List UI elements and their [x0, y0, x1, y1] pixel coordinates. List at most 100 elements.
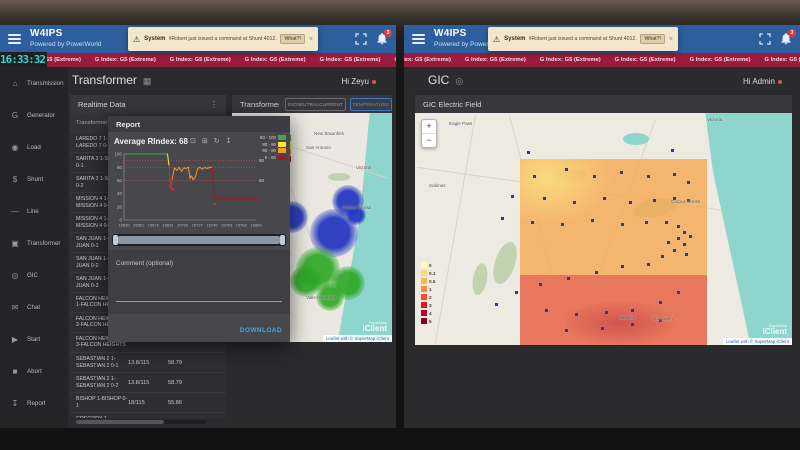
substation-dot: [593, 175, 596, 178]
svg-text:15651: 15651: [133, 223, 145, 228]
ticker-item: G Index: G5 (Extreme): [764, 57, 800, 63]
table-row[interactable]: GREGORY 1-GREGORY 0-1115/23056.89: [70, 413, 226, 418]
online-status-dot: [778, 80, 782, 84]
temperature-toggle[interactable]: TEMPERATURE: [350, 98, 392, 111]
table-row[interactable]: SEBASTIAN 2 1-SEBASTIAN 2 0-213.8/11558.…: [70, 373, 226, 393]
crop-icon[interactable]: ⊡: [190, 137, 196, 145]
sidebar-item-start[interactable]: ▶Start: [0, 323, 68, 355]
zoom-out-button[interactable]: −: [422, 134, 436, 147]
substation-dot: [621, 223, 624, 226]
table-row[interactable]: BISHOP 1-BISHOP 0-118/11555.86: [70, 393, 226, 413]
comment-input[interactable]: Comment (optional): [116, 260, 173, 267]
substation-dot: [539, 283, 542, 286]
sidebar-item-gic[interactable]: ◎GIC: [0, 259, 68, 291]
sidebar-item-chat[interactable]: ✉Chat: [0, 291, 68, 323]
city-label: Eagle Pass: [449, 121, 472, 126]
report-toolbar: ⊡ ⊞ ↻ ↧: [190, 137, 232, 145]
efield-legend-entry: 2: [421, 293, 435, 301]
substation-dot: [677, 291, 680, 294]
substation-dot: [620, 171, 623, 174]
fullscreen-icon[interactable]: [759, 33, 771, 45]
transformer-icon: ▣: [10, 239, 20, 248]
city-label: Corpus Christi: [671, 199, 700, 204]
sidebar-item-generator[interactable]: GGenerator: [0, 99, 68, 131]
slider-handle-right[interactable]: [280, 235, 285, 245]
sidebar-item-report[interactable]: ↧Report: [0, 387, 68, 419]
svg-text:15727: 15727: [192, 223, 204, 228]
svg-text:20: 20: [117, 204, 123, 209]
more-options-icon[interactable]: ⋮: [210, 100, 218, 109]
dialog-titlebar: Report: [108, 116, 290, 132]
map-zoom-control: + −: [421, 119, 437, 148]
toast-action-button[interactable]: What?!: [280, 34, 304, 44]
download-button[interactable]: DOWNLOAD: [240, 327, 282, 334]
menu-icon[interactable]: [8, 34, 21, 44]
cell-transformer-name: SEBASTIAN 2 1-SEBASTIAN 2 0-2: [70, 376, 128, 389]
cell-voltage: 13.8/115: [128, 380, 168, 386]
zoom-in-button[interactable]: +: [422, 120, 436, 134]
svg-text:15630: 15630: [118, 223, 130, 228]
sidebar-item-shunt[interactable]: $Shunt: [0, 163, 68, 195]
refresh-icon[interactable]: ↻: [214, 137, 220, 145]
menu-icon[interactable]: [412, 34, 425, 44]
city-label: Corpus Christi: [342, 205, 371, 210]
efield-legend-label: 4: [429, 311, 432, 316]
toast-close-icon[interactable]: ×: [309, 36, 313, 43]
substation-dot: [671, 149, 674, 152]
warning-icon: ⚠: [493, 35, 500, 44]
cell-transformer-name: BISHOP 1-BISHOP 0-1: [70, 396, 128, 409]
download-icon[interactable]: ↧: [226, 137, 232, 145]
svg-text:60: 60: [259, 178, 265, 183]
generator-icon: G: [10, 111, 20, 120]
sidebar-item-line[interactable]: —Line: [0, 195, 68, 227]
slider-handle-left[interactable]: [113, 235, 118, 245]
substation-dot: [647, 175, 650, 178]
ticker-item: G Index: G5 (Extreme): [690, 57, 751, 63]
toast-close-icon[interactable]: ×: [669, 36, 673, 43]
substation-dot: [533, 175, 536, 178]
ticker-item: G Index: G5 (Extreme): [245, 57, 306, 63]
toast-action-button[interactable]: What?!: [640, 34, 664, 44]
table-row[interactable]: SEBASTIAN 2 1-SEBASTIAN 2 0-113.8/11558.…: [70, 353, 226, 373]
sidebar-item-load[interactable]: ◉Load: [0, 131, 68, 163]
bay-water: [623, 133, 649, 145]
snapshot-icon[interactable]: ⊞: [202, 137, 208, 145]
horizontal-scrollbar[interactable]: [76, 420, 206, 424]
home-icon: ⌂: [10, 79, 20, 88]
cell-value: 55.86: [168, 400, 202, 406]
sidebar-item-abort[interactable]: ■Abort: [0, 355, 68, 387]
sidebar-item-transmission[interactable]: ⌂Transmission: [0, 67, 68, 99]
gic-neutral-current-toggle[interactable]: GICNEUTRALCURRENT: [285, 98, 346, 111]
svg-text:15672: 15672: [148, 223, 160, 228]
gic-electric-field-map[interactable]: + − 00.10.512345 SuperMap iClient Leafle…: [415, 113, 792, 345]
sidebar-item-label: Transformer: [27, 240, 60, 247]
legend-swatch: [278, 135, 286, 140]
fullscreen-icon[interactable]: [355, 33, 367, 45]
cell-voltage: 18/115: [128, 400, 168, 406]
svg-text:60: 60: [117, 178, 123, 183]
legend-swatch: [278, 142, 286, 147]
toast-source: System: [504, 36, 525, 42]
map-attribution[interactable]: Leaflet with © SuperMap iClient: [723, 338, 792, 345]
substation-dot: [595, 271, 598, 274]
efield-legend-label: 1: [429, 287, 432, 292]
substation-dot: [653, 199, 656, 202]
sidebar-item-label: GIC: [27, 272, 38, 279]
substation-dot: [677, 225, 680, 228]
efield-legend-swatch: [421, 262, 427, 268]
efield-legend: 00.10.512345: [421, 261, 435, 325]
map-attribution[interactable]: Leaflet with © SuperMap iClient: [323, 335, 392, 342]
page-title: Transformer▦: [72, 73, 151, 87]
legend-entry: 90 - 100: [260, 135, 286, 140]
substation-dot: [511, 195, 514, 198]
ticker-item: G Index: G5 (Extreme): [404, 57, 451, 63]
svg-text:15691: 15691: [162, 223, 174, 228]
road-line: [435, 115, 476, 344]
time-range-slider[interactable]: [112, 234, 286, 246]
sidebar-item-transformer[interactable]: ▣ Transformer: [0, 227, 68, 259]
legend-label: 0 - 60: [265, 155, 276, 160]
substation-dot: [683, 243, 686, 246]
system-toast: ⚠ System #Robert just issued a command a…: [488, 27, 678, 51]
efield-legend-entry: 0: [421, 261, 435, 269]
substation-dot: [689, 235, 692, 238]
